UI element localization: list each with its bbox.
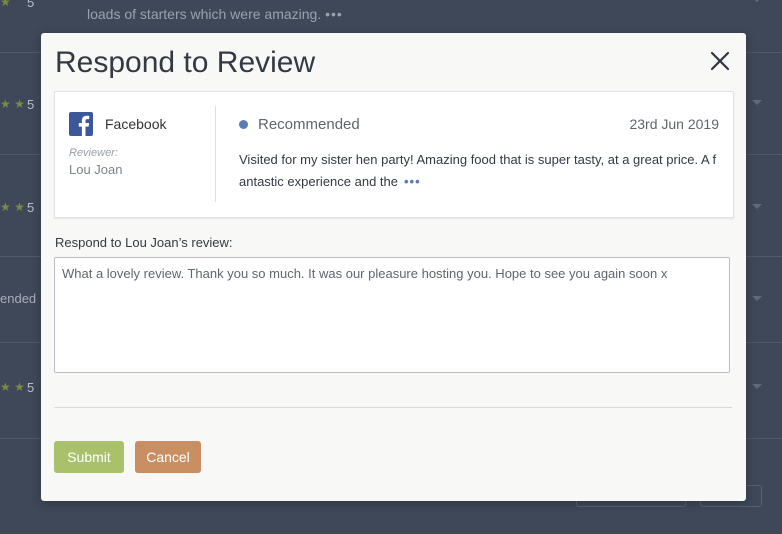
respond-label: Respond to Lou Joan’s review: — [55, 235, 233, 250]
divider — [54, 407, 732, 408]
chevron-down-icon[interactable] — [752, 204, 762, 209]
chevron-down-icon[interactable] — [752, 100, 762, 105]
modal-title: Respond to Review — [55, 46, 316, 79]
review-source: Facebook — [105, 116, 167, 132]
review-text: Visited for my sister hen party! Amazing… — [239, 152, 717, 189]
response-textarea[interactable]: What a lovely review. Thank you so much.… — [54, 257, 730, 373]
review-card: Facebook Reviewer: Lou Joan Recommended … — [54, 91, 734, 218]
background-rating: 5 — [27, 380, 35, 395]
chevron-down-icon[interactable] — [752, 296, 762, 301]
star-icon: ★ — [0, 0, 11, 9]
respond-to-review-modal: Respond to Review Facebook Reviewer: Lou… — [41, 33, 746, 501]
card-divider — [215, 106, 216, 202]
recommended-dot-icon — [239, 120, 248, 129]
chevron-down-icon[interactable] — [752, 0, 762, 2]
background-rating: 5 — [27, 200, 35, 215]
close-icon[interactable] — [710, 51, 730, 71]
more-dots-icon[interactable]: ••• — [404, 174, 421, 189]
star-icon: ★ ★ — [0, 97, 25, 111]
background-review-text: loads of starters which were amazing. ••… — [87, 6, 343, 22]
reviewer-name: Lou Joan — [69, 162, 123, 177]
star-icon: ★ ★ — [0, 380, 25, 394]
background-rating: 5 — [27, 97, 35, 112]
review-date: 23rd Jun 2019 — [629, 116, 719, 132]
facebook-icon — [69, 112, 93, 136]
background-rating: 5 — [27, 0, 35, 10]
cancel-button[interactable]: Cancel — [135, 441, 201, 473]
chevron-down-icon[interactable] — [752, 384, 762, 389]
submit-button[interactable]: Submit — [54, 441, 124, 473]
background-status-text: ended — [0, 291, 37, 306]
recommendation-label: Recommended — [258, 116, 360, 133]
star-icon: ★ ★ — [0, 200, 25, 214]
reviewer-label: Reviewer: — [69, 147, 118, 159]
